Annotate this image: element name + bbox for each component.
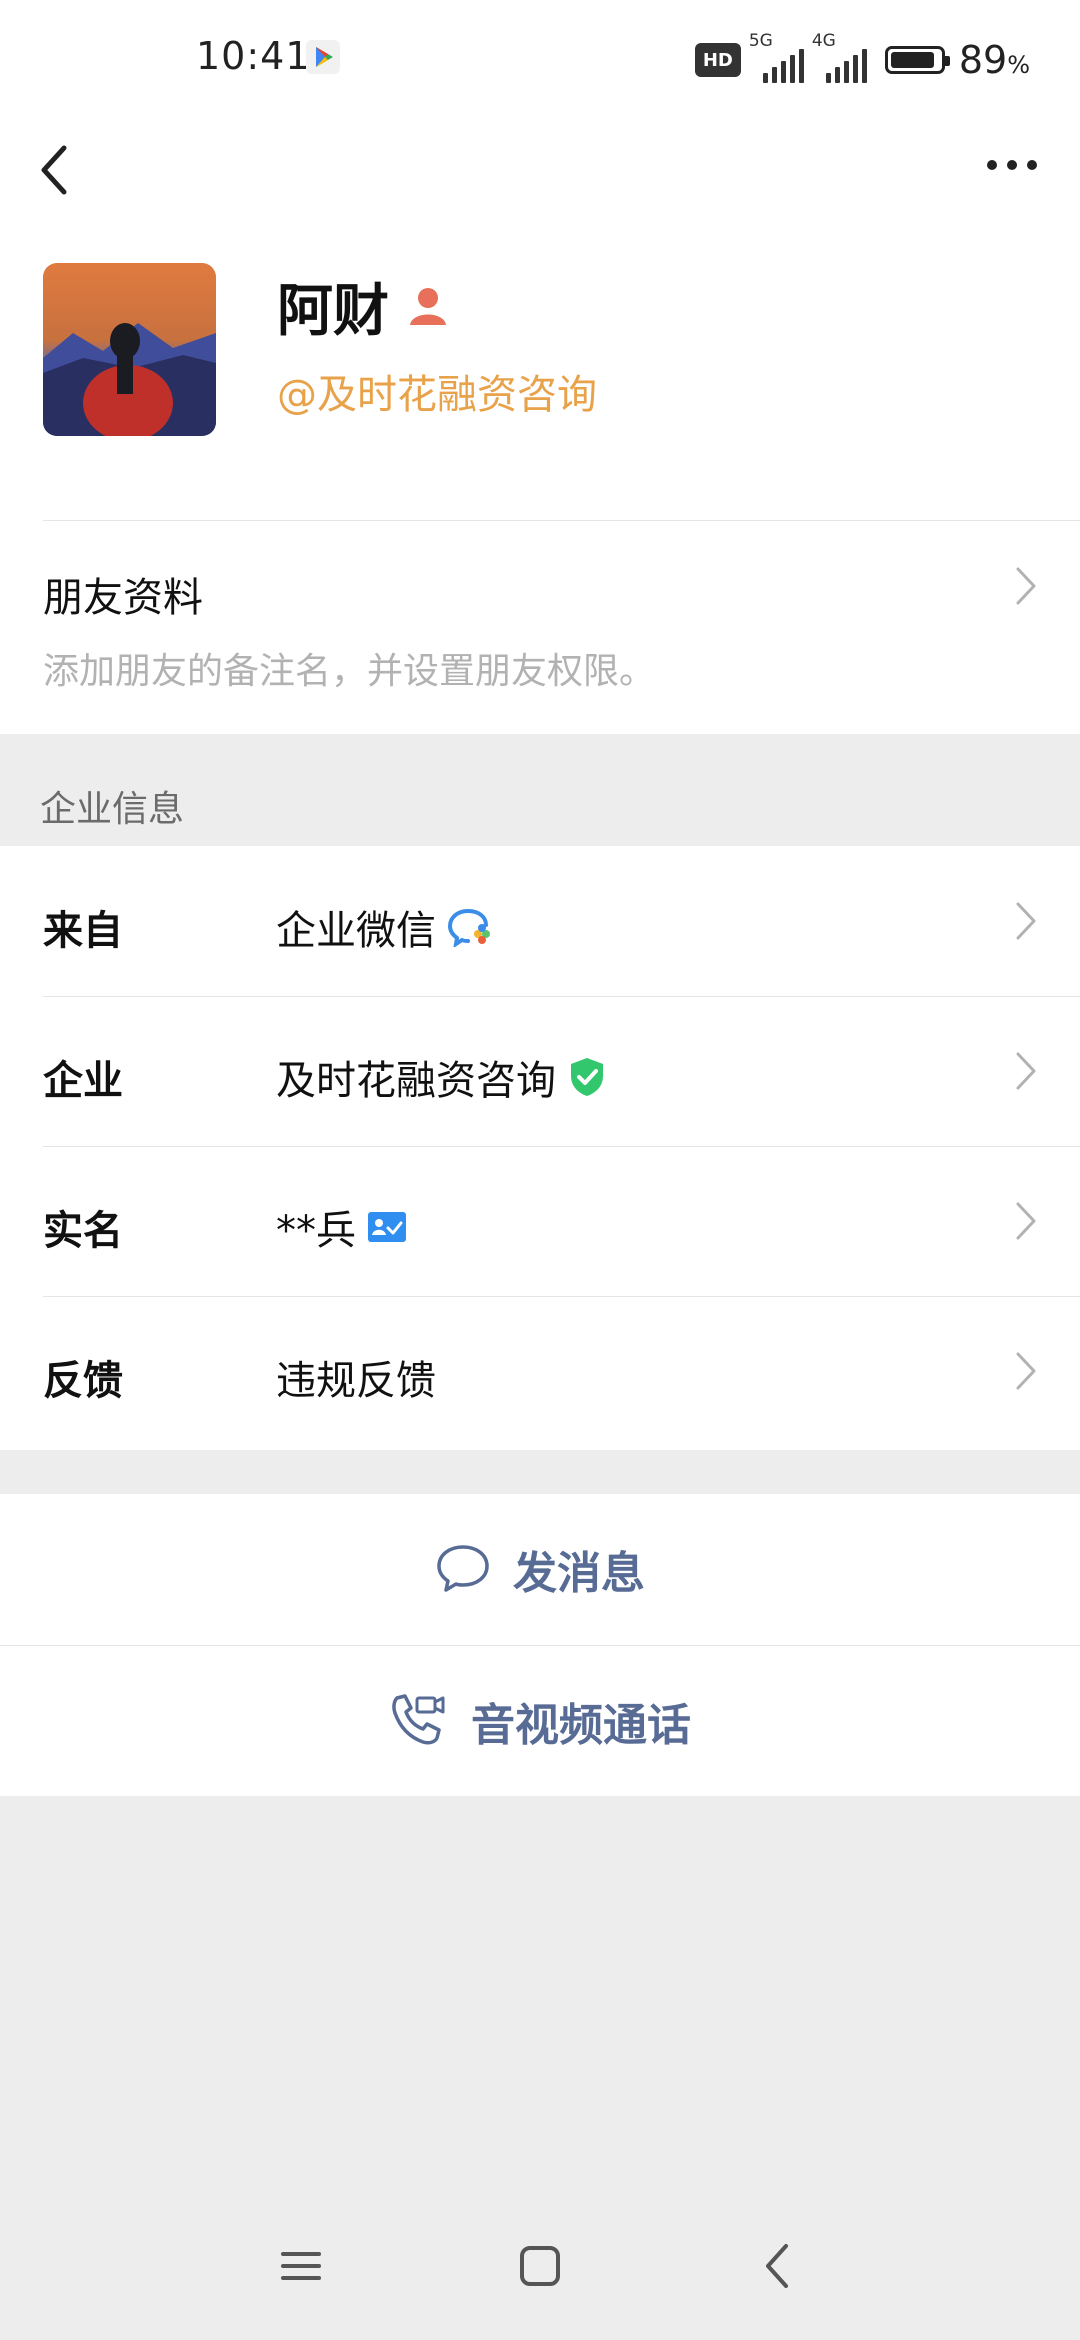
battery-icon bbox=[884, 46, 950, 74]
friend-info-title: 朋友资料 bbox=[43, 575, 203, 621]
av-call-label: 音视频通话 bbox=[471, 1700, 691, 1751]
verified-shield-icon bbox=[571, 1058, 603, 1096]
info-row-company[interactable]: 企业 及时花融资咨询 bbox=[0, 996, 1080, 1146]
contact-corp-name[interactable]: @及时花融资咨询 bbox=[277, 362, 597, 420]
wecom-icon bbox=[448, 909, 490, 947]
chat-bubble-icon bbox=[437, 1545, 489, 1592]
row-key: 企业 bbox=[43, 1058, 123, 1104]
info-row-feedback[interactable]: 反馈 违规反馈 bbox=[0, 1296, 1080, 1446]
chevron-right-icon bbox=[1016, 567, 1036, 605]
person-badge-icon bbox=[406, 283, 450, 327]
send-message-button[interactable]: 发消息 bbox=[0, 1494, 1080, 1644]
row-key: 反馈 bbox=[43, 1358, 123, 1404]
signal-5g-icon: 5G bbox=[749, 31, 804, 83]
action-area: 发消息 音视频通话 bbox=[0, 1494, 1080, 1796]
info-row-realname[interactable]: 实名 **兵 bbox=[0, 1146, 1080, 1296]
chevron-left-icon bbox=[41, 145, 67, 195]
row-value: 及时花融资咨询 bbox=[276, 1048, 606, 1106]
home-square-icon bbox=[520, 2246, 560, 2286]
chevron-right-icon bbox=[1016, 1352, 1036, 1390]
phone-video-icon bbox=[392, 1694, 445, 1745]
battery-fill bbox=[890, 52, 934, 68]
play-store-icon bbox=[306, 40, 340, 74]
row-value-text: 违规反馈 bbox=[276, 1358, 436, 1404]
row-value-text: 及时花融资咨询 bbox=[276, 1058, 556, 1104]
nav-menu-button[interactable] bbox=[261, 2230, 341, 2310]
row-value: 企业微信 bbox=[276, 898, 494, 956]
signal-4g-label: 4G bbox=[811, 31, 836, 51]
section-label: 企业信息 bbox=[40, 789, 185, 830]
row-value-text: **兵 bbox=[276, 1208, 356, 1254]
divider bbox=[43, 520, 1080, 521]
divider bbox=[43, 1296, 1080, 1297]
back-button[interactable] bbox=[28, 130, 108, 210]
chevron-right-icon bbox=[1016, 1202, 1036, 1240]
row-value-text: 企业微信 bbox=[276, 908, 436, 954]
av-call-button[interactable]: 音视频通话 bbox=[0, 1646, 1080, 1796]
send-message-label: 发消息 bbox=[513, 1548, 645, 1599]
status-time: 10:41 bbox=[196, 34, 311, 78]
battery-percent: 89% bbox=[959, 38, 1030, 82]
info-row-from[interactable]: 来自 企业微信 bbox=[0, 846, 1080, 996]
enterprise-section-header: 企业信息 bbox=[0, 734, 1080, 846]
friend-info-desc: 添加朋友的备注名，并设置朋友权限。 bbox=[43, 651, 656, 692]
signal-4g-icon: 4G bbox=[812, 31, 867, 83]
enterprise-info-list: 来自 企业微信 企业 及时花融资咨询 实名 **兵 反馈 违规反馈 bbox=[0, 846, 1080, 1450]
battery-percent-unit: % bbox=[1007, 51, 1030, 79]
contact-profile-screen: 10:41 HD 5G 4G 89% 阿财 @及时花融资咨询 朋友资料 添加朋友… bbox=[0, 0, 1080, 2340]
more-button[interactable] bbox=[972, 130, 1052, 210]
status-indicators: HD 5G 4G 89% bbox=[694, 30, 1030, 90]
nav-home-button[interactable] bbox=[500, 2230, 580, 2310]
more-dots-icon bbox=[987, 160, 1037, 170]
hd-icon: HD bbox=[694, 43, 741, 77]
avatar[interactable] bbox=[43, 263, 216, 436]
row-value: **兵 bbox=[276, 1198, 406, 1256]
back-triangle-icon bbox=[766, 2244, 788, 2288]
contact-name: 阿财 bbox=[277, 279, 389, 344]
id-card-icon bbox=[368, 1212, 406, 1242]
friend-info-row[interactable]: 朋友资料 添加朋友的备注名，并设置朋友权限。 bbox=[0, 520, 1080, 734]
signal-5g-label: 5G bbox=[748, 31, 773, 51]
nav-back-button[interactable] bbox=[738, 2230, 818, 2310]
chevron-right-icon bbox=[1016, 902, 1036, 940]
row-key: 来自 bbox=[43, 908, 123, 954]
row-value: 违规反馈 bbox=[276, 1348, 436, 1406]
system-nav-bar bbox=[0, 2200, 1080, 2340]
profile-header: 阿财 @及时花融资咨询 bbox=[0, 120, 1080, 520]
menu-icon bbox=[281, 2252, 321, 2280]
chevron-right-icon bbox=[1016, 1052, 1036, 1090]
divider bbox=[43, 996, 1080, 997]
divider bbox=[43, 1146, 1080, 1147]
battery-percent-value: 89 bbox=[958, 38, 1008, 82]
status-bar: 10:41 HD 5G 4G 89% bbox=[0, 0, 1080, 120]
row-key: 实名 bbox=[43, 1208, 123, 1254]
